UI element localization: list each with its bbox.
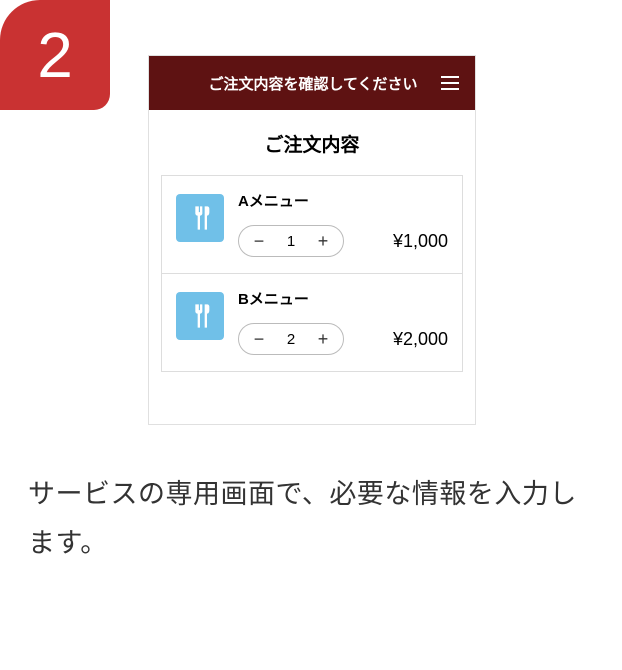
qty-plus-button[interactable]: + (315, 329, 331, 350)
qty-value: 2 (287, 331, 295, 348)
item-price: ¥1,000 (393, 231, 448, 252)
section-title: ご注文内容 (149, 110, 475, 175)
item-content: Bメニュー − 2 + ¥2,000 (238, 288, 448, 355)
app-screenshot: ご注文内容を確認してください ご注文内容 Aメニュー − 1 (148, 55, 476, 425)
food-icon (176, 194, 224, 242)
step-number: 2 (37, 18, 73, 92)
item-price: ¥2,000 (393, 329, 448, 350)
step-description: サービスの専用画面で、必要な情報を入力します。 (28, 470, 594, 567)
food-icon (176, 292, 224, 340)
qty-plus-button[interactable]: + (315, 231, 331, 252)
step-card: 2 ご注文内容を確認してください ご注文内容 Aメニュー (0, 0, 622, 670)
qty-minus-button[interactable]: − (251, 329, 267, 350)
step-badge: 2 (0, 0, 110, 110)
quantity-stepper[interactable]: − 1 + (238, 225, 344, 257)
hamburger-menu-icon[interactable] (441, 76, 459, 90)
order-list: Aメニュー − 1 + ¥1,000 (149, 175, 475, 372)
quantity-stepper[interactable]: − 2 + (238, 323, 344, 355)
app-header: ご注文内容を確認してください (149, 56, 475, 110)
qty-minus-button[interactable]: − (251, 231, 267, 252)
item-content: Aメニュー − 1 + ¥1,000 (238, 190, 448, 257)
item-bottom-row: − 2 + ¥2,000 (238, 323, 448, 355)
order-item: Aメニュー − 1 + ¥1,000 (161, 175, 463, 273)
app-header-title: ご注文内容を確認してください (165, 73, 441, 94)
qty-value: 1 (287, 233, 295, 250)
order-item: Bメニュー − 2 + ¥2,000 (161, 273, 463, 372)
item-name: Aメニュー (238, 190, 448, 211)
item-name: Bメニュー (238, 288, 448, 309)
item-bottom-row: − 1 + ¥1,000 (238, 225, 448, 257)
